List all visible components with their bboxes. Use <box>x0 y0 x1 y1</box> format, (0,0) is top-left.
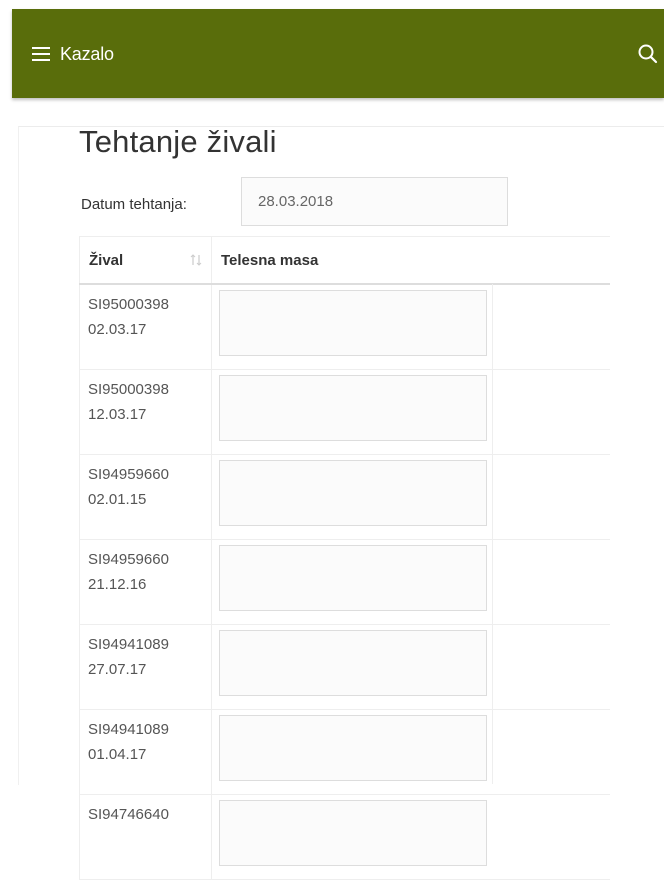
animals-table: Žival Telesna masa SI95000398 02.03.17 S… <box>79 236 610 880</box>
animal-cell: SI94959660 02.01.15 <box>79 454 212 540</box>
date-label: Datum tehtanja: <box>81 196 187 213</box>
animal-id: SI94959660 <box>88 466 169 483</box>
animal-date: 01.04.17 <box>88 746 147 763</box>
animal-cell: SI94959660 21.12.16 <box>79 539 212 625</box>
animal-date: 02.03.17 <box>88 321 147 338</box>
menu-label: Kazalo <box>60 44 114 64</box>
weighing-date-input[interactable] <box>241 177 508 226</box>
mass-cell <box>211 454 610 540</box>
body-mass-input[interactable] <box>219 630 487 696</box>
animal-id: SI94959660 <box>88 551 169 568</box>
table-header-row: Žival Telesna masa <box>79 236 610 285</box>
column-header-body-mass: Telesna masa <box>211 236 610 285</box>
page-title: Tehtanje živali <box>79 124 277 159</box>
table-row: SI94746640 <box>79 794 610 880</box>
animal-date: 12.03.17 <box>88 406 147 423</box>
table-row: SI94941089 27.07.17 <box>79 624 610 710</box>
animal-date: 02.01.15 <box>88 491 147 508</box>
animal-id: SI94941089 <box>88 721 169 738</box>
search-button[interactable] <box>636 42 660 66</box>
search-icon <box>638 44 658 64</box>
mass-cell <box>211 624 610 710</box>
menu-button[interactable]: Kazalo <box>32 43 114 65</box>
table-row: SI95000398 12.03.17 <box>79 369 610 455</box>
animal-id: SI95000398 <box>88 296 169 313</box>
animal-cell: SI95000398 12.03.17 <box>79 369 212 455</box>
animal-cell: SI94746640 <box>79 794 212 880</box>
column-header-animal[interactable]: Žival <box>79 236 212 285</box>
animal-id: SI94941089 <box>88 636 169 653</box>
table-row: SI95000398 02.03.17 <box>79 284 610 370</box>
animal-id: SI94746640 <box>88 806 169 823</box>
mass-cell <box>211 369 610 455</box>
column-header-mass-label: Telesna masa <box>221 251 319 269</box>
body-mass-input[interactable] <box>219 715 487 781</box>
body-mass-input[interactable] <box>219 375 487 441</box>
sort-icon[interactable] <box>189 253 203 267</box>
table-row: SI94941089 01.04.17 <box>79 709 610 795</box>
table-row: SI94959660 02.01.15 <box>79 454 610 540</box>
animal-cell: SI94941089 01.04.17 <box>79 709 212 795</box>
table-row: SI94959660 21.12.16 <box>79 539 610 625</box>
mass-cell <box>211 539 610 625</box>
column-header-animal-label: Žival <box>89 251 124 269</box>
table-divider <box>492 284 493 784</box>
top-app-bar: Kazalo <box>12 9 664 98</box>
animal-cell: SI94941089 27.07.17 <box>79 624 212 710</box>
mass-cell <box>211 794 610 880</box>
body-mass-input[interactable] <box>219 545 487 611</box>
body-mass-input[interactable] <box>219 460 487 526</box>
mass-cell <box>211 284 610 370</box>
body-mass-input[interactable] <box>219 800 487 866</box>
animal-date: 21.12.16 <box>88 576 147 593</box>
animal-id: SI95000398 <box>88 381 169 398</box>
hamburger-icon <box>32 47 50 61</box>
mass-cell <box>211 709 610 795</box>
animal-cell: SI95000398 02.03.17 <box>79 284 212 370</box>
animal-date: 27.07.17 <box>88 661 147 678</box>
body-mass-input[interactable] <box>219 290 487 356</box>
